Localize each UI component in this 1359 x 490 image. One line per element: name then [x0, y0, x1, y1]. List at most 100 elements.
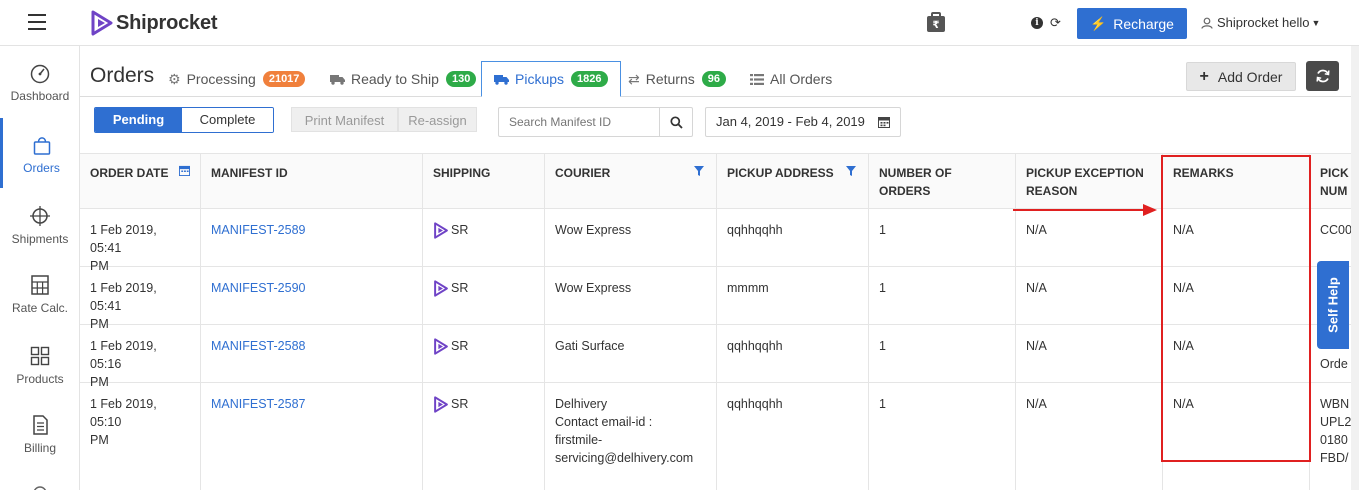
sync-icon[interactable]: ⟳ — [1050, 15, 1061, 31]
courier-cell: Wow Express — [545, 209, 717, 266]
table-row[interactable]: 1 Feb 2019, 05:41 PM MANIFEST-2590 SR Wo… — [80, 267, 1359, 331]
table-row[interactable]: 1 Feb 2019, 05:41 PM MANIFEST-2589 SR Wo… — [80, 209, 1359, 273]
courier-text: Wow Express — [555, 281, 632, 295]
brand-logo[interactable]: Shiprocket — [90, 9, 218, 37]
status-toggle: Pending Complete — [94, 107, 274, 133]
courier-cell: Gati Surface — [545, 325, 717, 382]
exception-cell: N/A — [1016, 209, 1163, 266]
date-range-picker[interactable]: Jan 4, 2019 - Feb 4, 2019 — [705, 107, 901, 137]
calculator-icon — [31, 275, 49, 295]
filter-icon[interactable] — [694, 166, 704, 176]
table-row[interactable]: 1 Feb 2019, 05:10 PM MANIFEST-2587 SR De… — [80, 383, 1359, 490]
self-help-label: Self Help — [1325, 277, 1341, 333]
filter-icon[interactable] — [846, 166, 856, 176]
tab-label: Processing — [186, 71, 256, 87]
pending-toggle-button[interactable]: Pending — [95, 108, 182, 132]
tab-all-orders[interactable]: All Orders — [750, 61, 832, 97]
sidebar-item-billing[interactable]: Billing — [0, 398, 80, 468]
scrollbar[interactable] — [1351, 46, 1359, 490]
col-remarks: REMARKS — [1163, 154, 1310, 210]
date-text: 1 Feb 2019, 05:41 — [90, 223, 157, 255]
shipping-cell: SR — [423, 383, 545, 490]
shiprocket-logo-icon — [434, 337, 448, 355]
manifest-link[interactable]: MANIFEST-2588 — [201, 325, 423, 382]
user-icon — [1201, 17, 1213, 29]
shipping-text: SR — [451, 339, 469, 353]
tab-pickups[interactable]: Pickups 1826 — [481, 61, 621, 97]
add-order-button[interactable]: + Add Order — [1186, 62, 1296, 91]
col-label: PICKUP ADDRESS — [727, 166, 834, 180]
shipping-text: SR — [451, 281, 469, 295]
tab-processing[interactable]: ⚙ Processing 21017 — [168, 61, 306, 97]
courier-text: Contact email-id : — [555, 415, 653, 429]
tab-returns[interactable]: ⇄ Returns 96 — [628, 61, 727, 97]
time-text: PM — [90, 433, 109, 447]
exception-cell: N/A — [1016, 383, 1163, 490]
col-courier[interactable]: COURIER — [545, 154, 717, 210]
sidebar-item-label: Rate Calc. — [11, 301, 69, 315]
remarks-cell: N/A — [1163, 325, 1310, 382]
table-row[interactable]: 1 Feb 2019, 05:16 PM MANIFEST-2588 SR Ga… — [80, 325, 1359, 389]
exception-cell: N/A — [1016, 325, 1163, 382]
shiprocket-logo-icon — [91, 10, 113, 36]
sidebar-item-shipments[interactable]: Shipments — [0, 189, 80, 259]
tab-ready-to-ship[interactable]: Ready to Ship 130 — [330, 61, 477, 97]
sidebar-item-rate-calc[interactable]: Rate Calc. — [0, 258, 80, 328]
col-order-date[interactable]: ORDER DATE — [80, 154, 201, 210]
reassign-button[interactable]: Re-assign — [398, 107, 477, 132]
col-pickup-address[interactable]: PICKUP ADDRESS — [717, 154, 869, 210]
sidebar-item-label: Shipments — [11, 232, 69, 246]
shipping-text: SR — [451, 223, 469, 237]
refresh-button[interactable] — [1306, 61, 1339, 91]
search-button[interactable] — [659, 108, 692, 136]
lightning-icon: ⚡ — [1090, 15, 1107, 31]
search-manifest-input[interactable] — [499, 108, 661, 136]
col-label: NUM — [1320, 184, 1348, 198]
remarks-cell: N/A — [1163, 209, 1310, 266]
pickup-address-cell: mmmm — [717, 267, 869, 324]
pickup-address-cell: qqhhqqhh — [717, 209, 869, 266]
pick-text: 0180 — [1320, 433, 1348, 447]
self-help-button[interactable]: Self Help — [1317, 261, 1349, 349]
settings-gear-icon[interactable] — [30, 483, 50, 490]
exchange-icon: ⇄ — [628, 70, 640, 87]
col-number-of-orders: NUMBER OF ORDERS — [869, 154, 1016, 210]
col-pickup-exception-reason: PICKUP EXCEPTION REASON — [1016, 154, 1163, 210]
order-date-cell: 1 Feb 2019, 05:41 PM — [80, 209, 201, 273]
sidebar: Dashboard Orders Shipments Rate Calc. Pr… — [0, 46, 80, 490]
count-badge: 130 — [445, 71, 477, 87]
sidebar-item-products[interactable]: Products — [0, 329, 80, 399]
hamburger-menu-icon[interactable] — [28, 14, 46, 30]
calendar-icon[interactable] — [179, 165, 190, 176]
orders-count-cell: 1 — [869, 383, 1016, 490]
search-icon — [669, 115, 683, 129]
billing-document-icon — [33, 415, 48, 435]
brand-name: Shiprocket — [116, 11, 218, 34]
col-label: COURIER — [555, 166, 611, 180]
shiprocket-logo-icon — [434, 221, 448, 239]
date-text: 1 Feb 2019, 05:41 — [90, 281, 157, 313]
info-icon[interactable]: i — [1031, 17, 1043, 29]
orders-count-cell: 1 — [869, 209, 1016, 266]
recharge-button[interactable]: ⚡ Recharge — [1077, 8, 1187, 39]
order-date-cell: 1 Feb 2019, 05:41 PM — [80, 267, 201, 331]
page-title: Orders — [90, 64, 155, 87]
user-menu[interactable]: Shiprocket hello ▼ — [1201, 15, 1320, 30]
shipping-cell: SR — [423, 209, 545, 266]
user-name: Shiprocket hello — [1217, 15, 1310, 30]
order-date-cell: 1 Feb 2019, 05:10 PM — [80, 383, 201, 490]
print-manifest-button[interactable]: Print Manifest — [291, 107, 398, 132]
sidebar-item-orders[interactable]: Orders — [0, 118, 80, 188]
remarks-cell: N/A — [1163, 267, 1310, 324]
count-badge: 21017 — [262, 71, 306, 87]
wallet-rupee-icon[interactable]: ₹ — [924, 11, 948, 35]
manifest-link[interactable]: MANIFEST-2589 — [201, 209, 423, 266]
courier-text: Gati Surface — [555, 339, 625, 353]
manifest-link[interactable]: MANIFEST-2587 — [201, 383, 423, 490]
pickup-address-cell: qqhhqqhh — [717, 383, 869, 490]
manifest-link[interactable]: MANIFEST-2590 — [201, 267, 423, 324]
tab-label: All Orders — [770, 71, 833, 87]
sidebar-item-dashboard[interactable]: Dashboard — [0, 46, 80, 116]
complete-toggle-button[interactable]: Complete — [182, 108, 273, 132]
pickup-address-cell: qqhhqqhh — [717, 325, 869, 382]
